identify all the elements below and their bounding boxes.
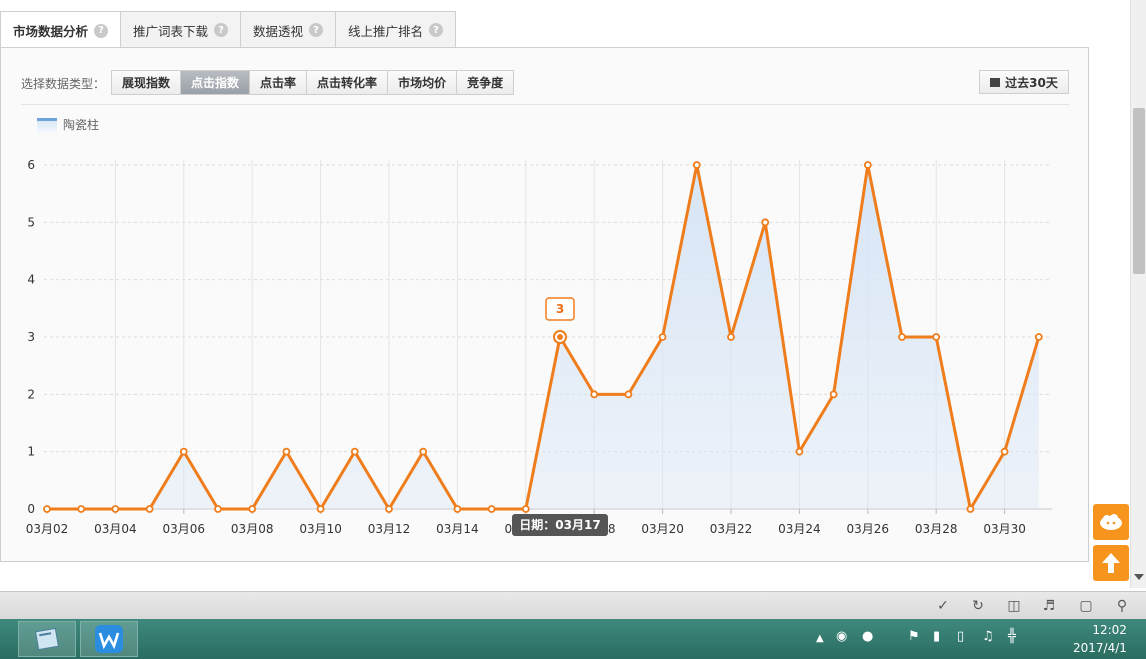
y-tick-label: 5 <box>27 215 35 229</box>
back-to-top-icon <box>1102 553 1120 573</box>
notepad-app-icon <box>35 627 59 651</box>
y-tick-label: 3 <box>27 330 35 344</box>
speaker-icon[interactable]: ♫ <box>982 629 994 644</box>
data-point <box>350 447 359 456</box>
clock-date: 2017/4/1 <box>1073 641 1127 655</box>
data-point <box>282 447 291 456</box>
data-point <box>179 447 188 456</box>
feedback-button[interactable] <box>1093 504 1129 540</box>
notepad-app-button[interactable] <box>18 621 76 657</box>
x-tick-label: 03月14 <box>436 522 479 536</box>
data-point <box>248 505 257 513</box>
battery-icon[interactable]: ▮ <box>933 629 940 644</box>
x-tick-label: 03月08 <box>231 522 274 536</box>
date-tooltip: 日期：03月17 <box>512 514 608 536</box>
x-tick-label: 03月24 <box>778 522 821 536</box>
data-point <box>898 333 906 341</box>
system-clock[interactable]: 12:02 2017/4/1 <box>1073 621 1127 657</box>
data-point <box>385 505 393 513</box>
volume-icon[interactable]: ♬ <box>1040 597 1058 615</box>
value-tooltip: 3 <box>545 297 575 321</box>
app-window: 市场数据分析 ? 推广词表下载 ? 数据透视 ? 线上推广排名 ? 选择数据类型… <box>0 0 1146 659</box>
y-tick-label: 2 <box>27 387 35 401</box>
x-tick-label: 03月12 <box>368 522 411 536</box>
flag-icon[interactable]: ⚑ <box>908 629 920 644</box>
data-point <box>1000 447 1009 456</box>
feedback-cloud-icon <box>1100 514 1122 530</box>
data-point <box>932 333 941 341</box>
data-point <box>77 505 86 513</box>
x-tick-label: 03月02 <box>26 522 69 536</box>
qq-icon[interactable]: ● <box>862 629 873 644</box>
data-point <box>453 505 462 513</box>
data-point <box>111 505 120 513</box>
data-point <box>1034 333 1043 341</box>
scroll-down-arrow[interactable] <box>1134 574 1144 580</box>
x-tick-label: 03月04 <box>94 522 137 536</box>
highlight-point-center <box>557 334 563 340</box>
x-tick-label: 03月20 <box>641 522 684 536</box>
trash-icon[interactable]: ◫ <box>1005 597 1023 615</box>
x-tick-label: 03月30 <box>983 522 1026 536</box>
date-tooltip-text: 日期：03月17 <box>519 517 600 532</box>
wps-app-icon <box>95 625 123 653</box>
search-icon[interactable]: ⚲ <box>1113 597 1131 615</box>
data-point <box>624 390 633 399</box>
x-tick-label: 03月22 <box>710 522 753 536</box>
x-tick-label: 03月28 <box>915 522 958 536</box>
data-point <box>521 505 530 513</box>
x-tick-label: 03月06 <box>163 522 206 536</box>
window-icon[interactable]: ▢ <box>1077 597 1095 615</box>
data-point <box>487 505 496 513</box>
y-tick-label: 4 <box>27 273 35 287</box>
data-point <box>419 447 428 456</box>
area-chart: 0 1 2 3 4 5 6 03月02 03月04 03月06 03月08 03月10 03月12 03… <box>26 158 1052 536</box>
vertical-scrollbar[interactable] <box>1130 0 1146 588</box>
ime-icon[interactable]: ╬ <box>1008 629 1016 644</box>
data-point <box>966 505 975 513</box>
back-to-top-button[interactable] <box>1093 545 1129 581</box>
data-point <box>761 218 770 227</box>
y-tick-label: 0 <box>27 502 35 516</box>
data-point <box>214 505 222 513</box>
y-tick-label: 1 <box>27 445 35 459</box>
wechat-icon[interactable]: ◉ <box>836 629 847 644</box>
data-point <box>829 390 838 399</box>
data-point <box>590 390 599 399</box>
taskbar: ▲ ◉ ● ⚑ ▮ ▯ ♫ ╬ 12:02 2017/4/1 <box>0 619 1146 659</box>
scrollbar-thumb[interactable] <box>1133 108 1145 274</box>
x-tick-label: 03月10 <box>299 522 342 536</box>
bottom-toolbar: ✓ ↻ ◫ ♬ ▢ ⚲ <box>0 591 1146 619</box>
data-point <box>692 161 701 169</box>
clock-time: 12:02 <box>1092 623 1127 637</box>
value-tooltip-text: 3 <box>556 302 564 316</box>
refresh-icon[interactable]: ↻ <box>969 597 987 615</box>
data-point <box>795 447 804 456</box>
data-point <box>145 505 154 513</box>
data-point <box>658 333 667 341</box>
arrow-up-icon[interactable]: ▲ <box>816 633 824 644</box>
y-tick-label: 6 <box>27 158 35 172</box>
data-point <box>863 161 872 169</box>
signal-icon[interactable]: ▯ <box>957 629 964 644</box>
data-point <box>43 505 51 513</box>
data-point <box>316 505 325 513</box>
wps-app-button[interactable] <box>80 621 138 657</box>
x-tick-label: 03月26 <box>847 522 890 536</box>
pin-icon[interactable]: ✓ <box>934 597 952 615</box>
data-point <box>727 333 735 341</box>
